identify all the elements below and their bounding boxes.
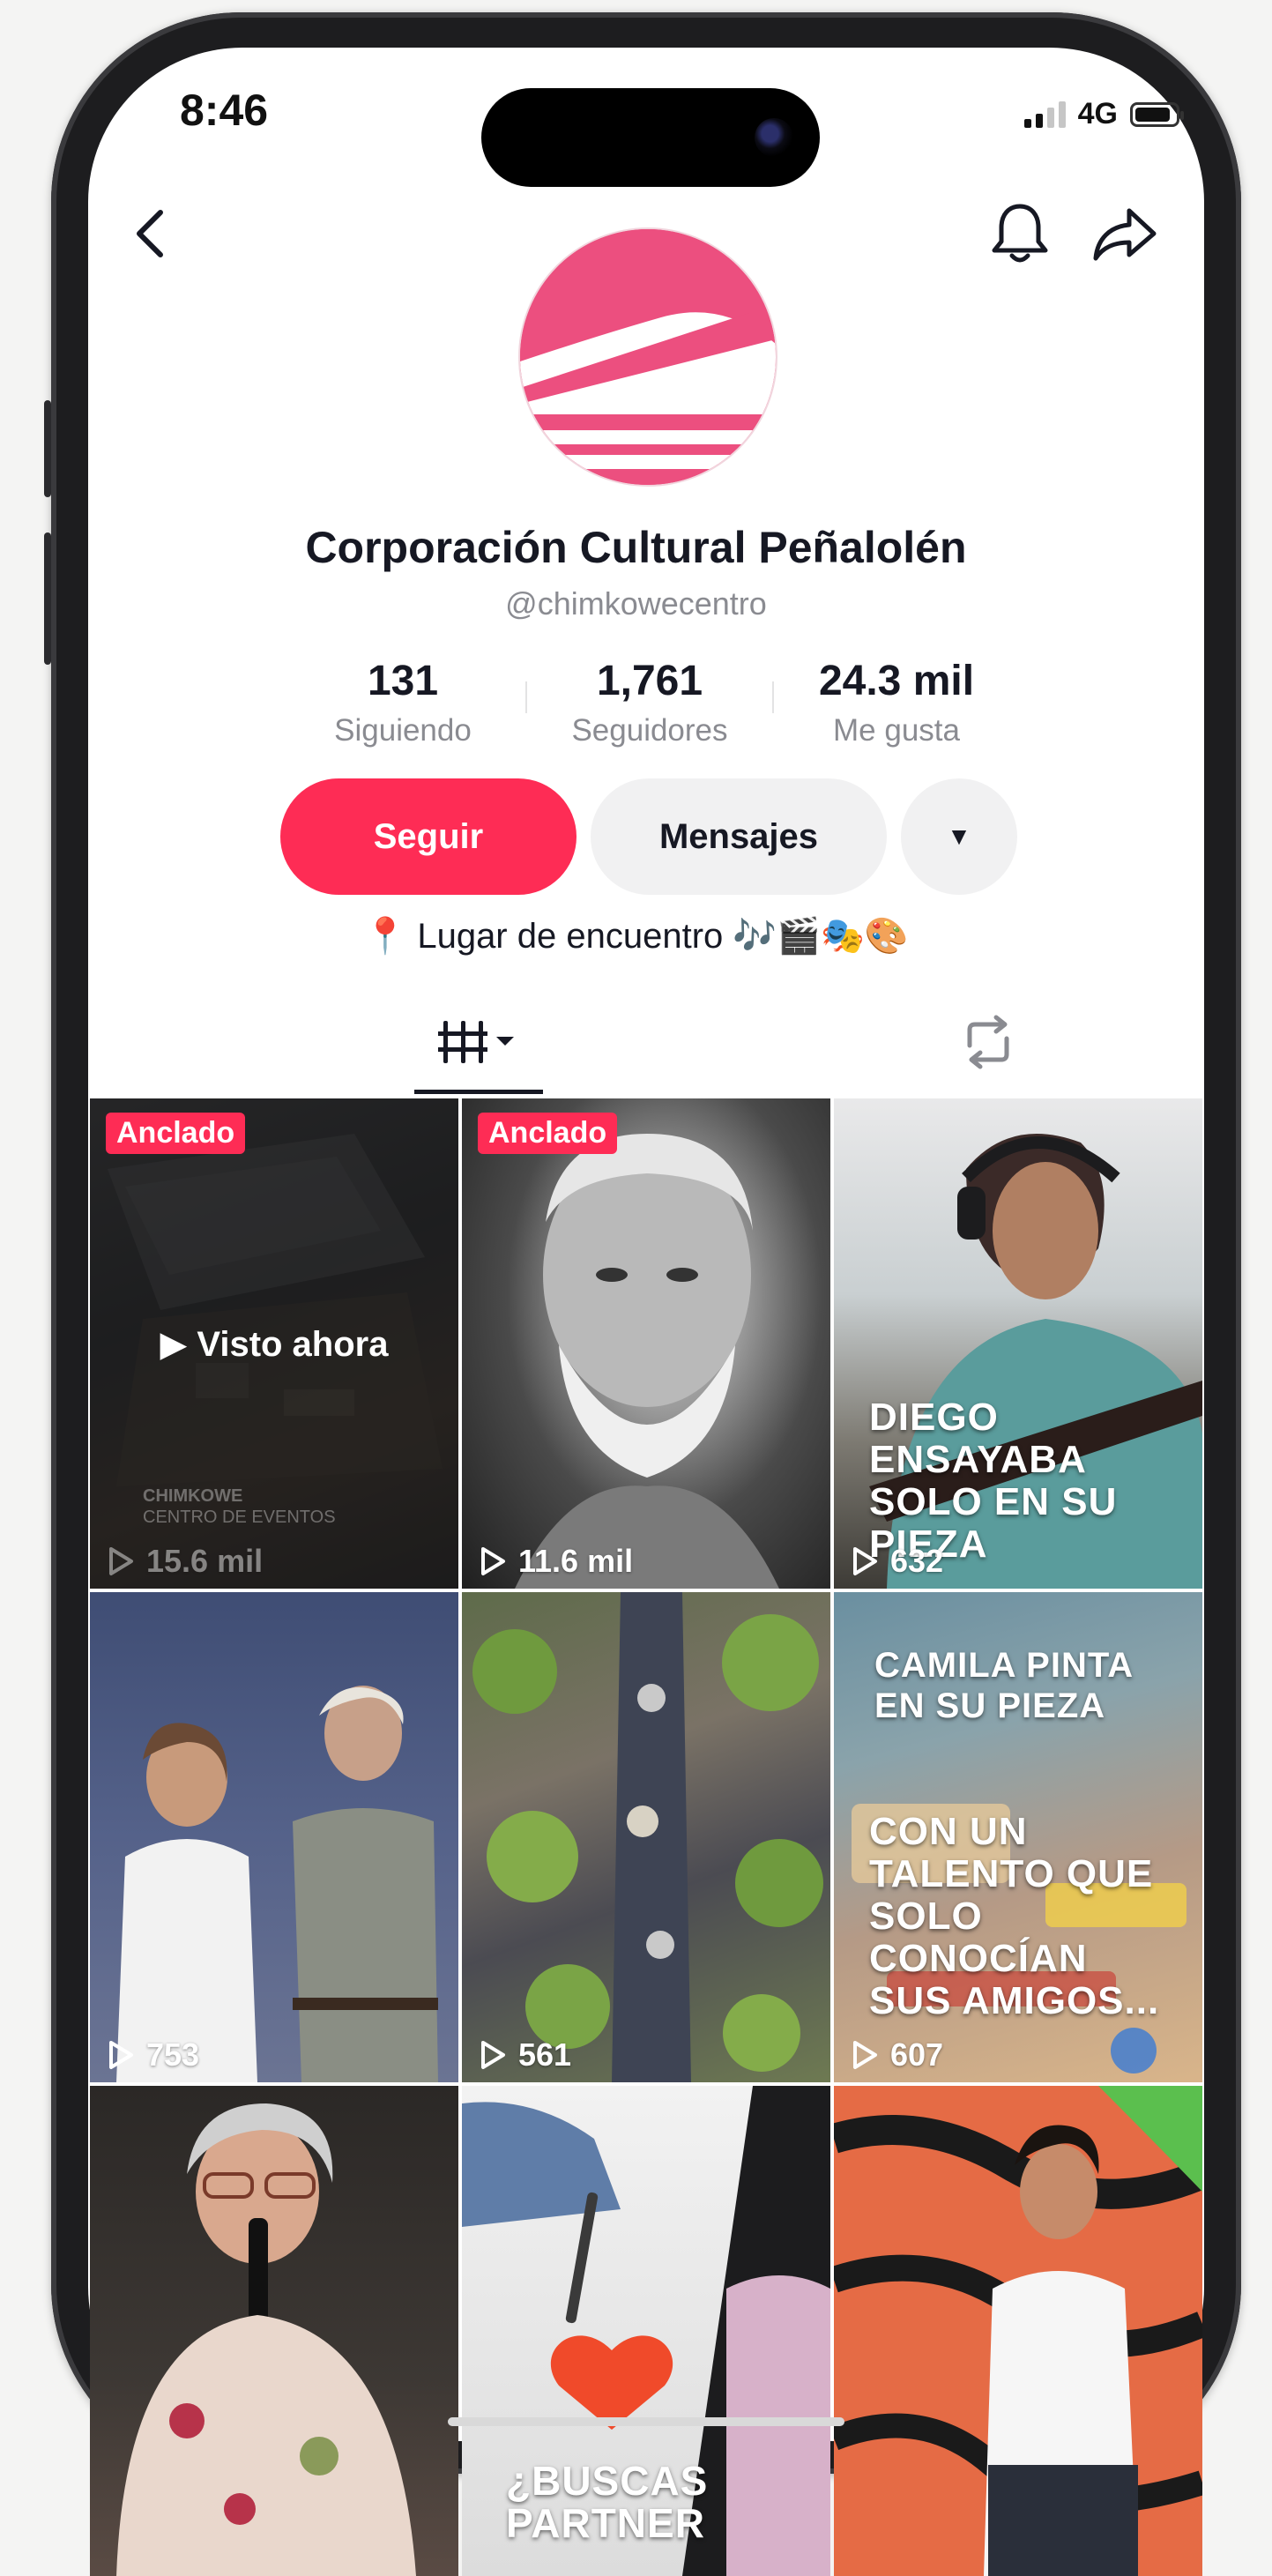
stat-value: 24.3 mil xyxy=(818,658,975,704)
share-icon[interactable] xyxy=(1086,194,1165,273)
video-thumbnail[interactable]: CAMILA PINTA EN SU PIEZA CON UN TALENTO … xyxy=(834,1592,1202,2082)
view-count: 15.6 mil xyxy=(108,1543,263,1580)
stat-label: Me gusta xyxy=(833,713,960,748)
view-count: 753 xyxy=(108,2036,199,2073)
video-thumbnail[interactable]: ¿BUSCAS PARTNER xyxy=(462,2086,830,2576)
video-thumbnail[interactable]: Anclado 11.6 mil xyxy=(462,1098,830,1589)
home-indicator[interactable] xyxy=(448,2417,844,2426)
aerial-parade-image xyxy=(472,1592,823,2082)
play-icon xyxy=(853,1547,877,1575)
tab-videos[interactable] xyxy=(344,996,614,1091)
pinned-badge: Anclado xyxy=(478,1113,618,1154)
video-caption-top: CAMILA PINTA EN SU PIEZA xyxy=(874,1646,1134,1725)
status-time: 8:46 xyxy=(180,86,269,135)
view-count: 11.6 mil xyxy=(480,1543,633,1580)
stat-likes[interactable]: 24.3 mil Me gusta xyxy=(777,657,1015,748)
view-count-label: 561 xyxy=(518,2036,572,2073)
profile-handle: @chimkowecentro xyxy=(505,585,767,622)
video-thumbnail[interactable] xyxy=(90,2086,458,2576)
video-thumbnail[interactable] xyxy=(834,2086,1202,2576)
grid-icon xyxy=(436,1017,521,1071)
back-arrow-icon[interactable] xyxy=(110,194,190,273)
side-button xyxy=(44,400,51,497)
profile-actions: Seguir Mensajes ▼ xyxy=(280,778,1017,895)
stat-divider xyxy=(525,681,527,713)
speaker-image xyxy=(116,2103,416,2576)
dynamic-island xyxy=(481,88,820,187)
watermark-title: CHIMKOWE xyxy=(143,1486,243,1506)
portrait-image xyxy=(515,1134,779,1589)
play-icon xyxy=(481,2041,505,2069)
watched-label: ▶ Visto ahora xyxy=(160,1325,389,1364)
pinned-badge: Anclado xyxy=(106,1113,246,1154)
active-tab-indicator xyxy=(414,1090,543,1094)
view-count-label: 753 xyxy=(146,2036,200,2073)
follow-button[interactable]: Seguir xyxy=(280,778,576,895)
profile-name: Corporación Cultural Peñalolén xyxy=(305,523,967,572)
video-thumbnail[interactable]: Anclado ▶ Visto ahora CHIMKOWE CENTRO DE… xyxy=(90,1098,458,1589)
camera-icon xyxy=(755,118,793,157)
stat-value: 131 xyxy=(367,658,439,704)
stat-followers[interactable]: 1,761 Seguidores xyxy=(531,657,769,748)
video-thumbnail[interactable]: DIEGO ENSAYABA SOLO EN SU PIEZA 632 xyxy=(834,1098,1202,1589)
view-count: 607 xyxy=(852,2036,943,2073)
avatar xyxy=(518,227,777,487)
stat-following[interactable]: 131 Siguiendo xyxy=(284,657,522,748)
bell-icon[interactable] xyxy=(980,194,1060,273)
video-grid: Anclado ▶ Visto ahora CHIMKOWE CENTRO DE… xyxy=(90,1098,1202,2576)
signal-icon xyxy=(1023,101,1066,128)
video-thumbnail[interactable]: 561 xyxy=(462,1592,830,2082)
message-button[interactable]: Mensajes xyxy=(591,778,887,895)
profile-bio: 📍 Lugar de encuentro 🎶🎬🎭🎨 xyxy=(363,917,909,956)
mural-artist-image xyxy=(834,2086,1202,2576)
video-caption-overlay: CON UN TALENTO QUE SOLO CONOCÍAN SUS AMI… xyxy=(869,1810,1160,2022)
stat-label: Siguiendo xyxy=(334,713,472,748)
view-count-label: 632 xyxy=(890,1543,944,1579)
content-tabs xyxy=(88,996,1204,1095)
video-caption-overlay: ¿BUSCAS PARTNER xyxy=(506,2458,709,2546)
watermark-subtitle: CENTRO DE EVENTOS xyxy=(143,1508,336,1527)
profile-stats: 131 Siguiendo 1,761 Seguidores 24.3 mil … xyxy=(284,657,1015,748)
status-bar-right: 4G xyxy=(1023,97,1184,131)
repost-icon xyxy=(957,1014,1019,1075)
stat-value: 1,761 xyxy=(596,658,703,704)
network-label: 4G xyxy=(1077,97,1118,130)
stat-divider xyxy=(772,681,774,713)
tab-reposts[interactable] xyxy=(853,996,1123,1091)
video-thumbnail[interactable]: 753 xyxy=(90,1592,458,2082)
stat-label: Seguidores xyxy=(571,713,728,748)
battery-icon xyxy=(1130,101,1184,127)
more-options-button[interactable]: ▼ xyxy=(901,778,1017,895)
play-icon xyxy=(481,1547,505,1575)
play-icon xyxy=(109,2041,133,2069)
view-count: 632 xyxy=(852,1543,943,1580)
two-singers-image xyxy=(116,1686,438,2082)
video-caption-overlay: DIEGO ENSAYABA SOLO EN SU PIEZA xyxy=(869,1396,1118,1566)
view-count-label: 11.6 mil xyxy=(518,1543,634,1579)
view-count-label: 607 xyxy=(890,2036,944,2073)
view-count-label: 15.6 mil xyxy=(146,1543,264,1579)
view-count: 561 xyxy=(480,2036,571,2073)
play-icon xyxy=(853,2041,877,2069)
play-icon xyxy=(109,1547,133,1575)
